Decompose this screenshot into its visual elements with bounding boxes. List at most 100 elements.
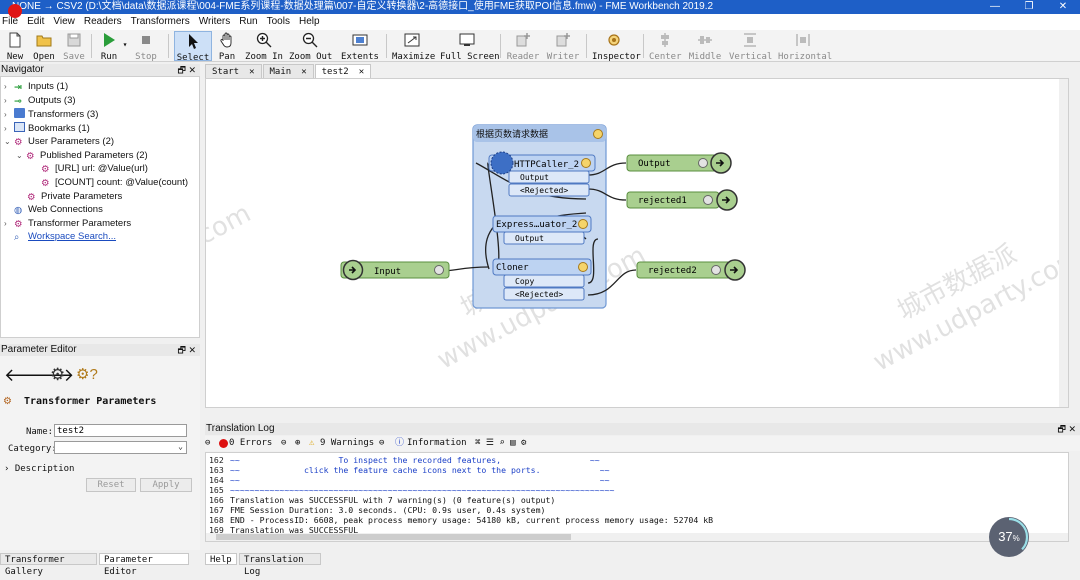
extents-button[interactable]: Extents: [340, 31, 380, 62]
add-writer-button[interactable]: Writer: [546, 31, 580, 62]
distribute-horizontal-button[interactable]: Horizontal: [778, 31, 832, 62]
nav-workspace-search[interactable]: ⌕ Workspace Search...: [4, 230, 116, 243]
menu-view[interactable]: View: [51, 14, 80, 30]
nav-bookmarks[interactable]: › Bookmarks (1): [4, 122, 90, 135]
previous-warning-button[interactable]: ⊖: [281, 436, 286, 451]
close-panel-icon[interactable]: ✕: [188, 345, 196, 355]
maximize-button[interactable]: Maximize: [392, 31, 435, 62]
parameter-editor-heading: Transformer Parameters: [24, 396, 157, 407]
chevron-right-icon: ›: [4, 464, 10, 474]
close-panel-icon[interactable]: ✕: [188, 65, 196, 75]
reset-button[interactable]: Reset: [86, 478, 136, 492]
minimize-button[interactable]: —: [978, 0, 1012, 14]
gear-icon[interactable]: [711, 265, 721, 275]
restore-button[interactable]: ❐: [1012, 0, 1046, 14]
name-input[interactable]: [54, 424, 187, 437]
close-icon[interactable]: ✕: [301, 65, 306, 78]
nav-published-parameters[interactable]: ⌄ ⚙ Published Parameters (2): [16, 149, 148, 162]
align-middle-button[interactable]: Middle: [688, 31, 722, 62]
gear-icon[interactable]: ⚙: [50, 365, 65, 385]
menu-bar: File Edit View Readers Transformers Writ…: [0, 14, 1080, 30]
undock-icon[interactable]: 🗗: [177, 345, 185, 355]
parameter-editor: 🡐 🡒 ⚙ ⚙? ⚙ Transformer Parameters Name: …: [0, 356, 200, 550]
align-center-button[interactable]: Center: [649, 31, 682, 62]
play-icon: [104, 33, 115, 47]
menu-run[interactable]: Run: [237, 14, 262, 30]
tab-main[interactable]: Main ✕: [262, 64, 314, 78]
translation-log-title: Translation Log: [206, 423, 275, 434]
close-panel-icon[interactable]: ✕: [1068, 424, 1076, 434]
inspector-button[interactable]: Inspector: [592, 31, 641, 62]
distribute-vertical-button[interactable]: Vertical: [729, 31, 772, 62]
category-select[interactable]: ⌄: [54, 441, 187, 454]
zoom-in-icon: [256, 32, 272, 48]
run-button[interactable]: Run: [97, 31, 121, 62]
menu-tools[interactable]: Tools: [265, 14, 295, 30]
gear-icon[interactable]: [581, 158, 591, 168]
nav-transformer-parameters[interactable]: › ⚙ Transformer Parameters: [4, 217, 131, 230]
nav-private-parameters[interactable]: ⚙ Private Parameters: [27, 190, 122, 203]
errors-filter[interactable]: 0 Errors: [229, 436, 272, 451]
select-tool-button[interactable]: Select: [174, 31, 212, 63]
pan-tool-button[interactable]: Pan: [216, 31, 238, 62]
close-window-button[interactable]: ✕: [1046, 0, 1080, 14]
nav-user-parameters[interactable]: ⌄ ⚙ User Parameters (2): [4, 135, 114, 148]
tab-start[interactable]: Start ✕: [205, 64, 262, 78]
gear-icon[interactable]: [703, 195, 713, 205]
warnings-filter[interactable]: 9 Warnings: [320, 436, 374, 451]
previous-info-button[interactable]: ⊖: [379, 436, 384, 451]
nav-outputs[interactable]: › ⊸ Outputs (3): [4, 94, 76, 107]
scrollbar-thumb[interactable]: [216, 534, 571, 540]
stop-button[interactable]: Stop: [134, 31, 158, 62]
zoom-out-button[interactable]: Zoom Out: [289, 31, 332, 62]
bookmark-icon: [14, 122, 25, 132]
canvas-scrollbar[interactable]: [1059, 79, 1068, 407]
open-button[interactable]: Open: [32, 31, 56, 62]
full-screen-button[interactable]: Full Screen: [440, 31, 500, 62]
nav-inputs[interactable]: › ⇥ Inputs (1): [4, 80, 68, 93]
information-filter[interactable]: Information: [407, 436, 467, 451]
nav-web-connections[interactable]: ◍ Web Connections: [4, 203, 103, 216]
svg-text:rejected2: rejected2: [648, 266, 697, 276]
add-reader-button[interactable]: Reader: [506, 31, 540, 62]
menu-help[interactable]: Help: [297, 14, 325, 30]
gear-icon[interactable]: [578, 262, 588, 272]
nav-param-url[interactable]: ⚙ [URL] url: @Value(url): [41, 162, 148, 175]
zoom-out-icon: [302, 32, 318, 48]
apply-button[interactable]: Apply: [140, 478, 192, 492]
save-button[interactable]: Save: [62, 31, 86, 62]
gear-icon[interactable]: [698, 158, 708, 168]
gear-icon[interactable]: [578, 219, 588, 229]
nav-param-count[interactable]: ⚙ [COUNT] count: @Value(count): [41, 176, 188, 189]
menu-transformers[interactable]: Transformers: [129, 14, 195, 30]
gear-icon: ⚙: [26, 151, 35, 162]
help-gear-icon[interactable]: ⚙?: [76, 365, 98, 383]
next-warning-button[interactable]: ⊕: [295, 436, 300, 451]
align-middle-icon: [698, 36, 712, 44]
zoom-in-button[interactable]: Zoom In: [244, 31, 284, 62]
close-icon[interactable]: ✕: [359, 65, 364, 78]
parameter-editor-title: Parameter Editor: [1, 344, 77, 355]
menu-edit[interactable]: Edit: [25, 14, 49, 30]
undock-icon[interactable]: 🗗: [1057, 424, 1065, 434]
tab-help[interactable]: Help: [205, 553, 237, 565]
tab-test2[interactable]: test2 ✕: [314, 64, 372, 78]
nav-transformers[interactable]: › Transformers (3): [4, 108, 98, 121]
close-icon[interactable]: ✕: [249, 65, 254, 78]
workspace-canvas[interactable]: 城市数据派 www.udparty.com 城市数据派 www.udparty.…: [205, 78, 1069, 408]
log-tools-icons[interactable]: ⌘ ☰ ⌕ ▤ ⚙: [475, 436, 526, 451]
tab-transformer-gallery[interactable]: Transformer Gallery: [0, 553, 97, 577]
tab-parameter-editor[interactable]: Parameter Editor: [99, 553, 189, 577]
workspace-tabs: Start ✕ Main ✕ test2 ✕: [205, 64, 372, 78]
undock-icon[interactable]: 🗗: [177, 65, 185, 75]
new-button[interactable]: New: [4, 31, 26, 62]
full-screen-icon: [459, 33, 475, 46]
gear-icon[interactable]: [593, 129, 603, 139]
description-toggle[interactable]: › Description: [4, 464, 74, 474]
menu-readers[interactable]: Readers: [82, 14, 127, 30]
log-line: 162 ~~ To inspect the recorded features, …: [209, 455, 600, 465]
tab-translation-log[interactable]: Translation Log: [239, 553, 321, 577]
menu-writers[interactable]: Writers: [197, 14, 235, 30]
gear-icon[interactable]: [434, 265, 444, 275]
previous-error-button[interactable]: ⊖: [205, 436, 210, 451]
